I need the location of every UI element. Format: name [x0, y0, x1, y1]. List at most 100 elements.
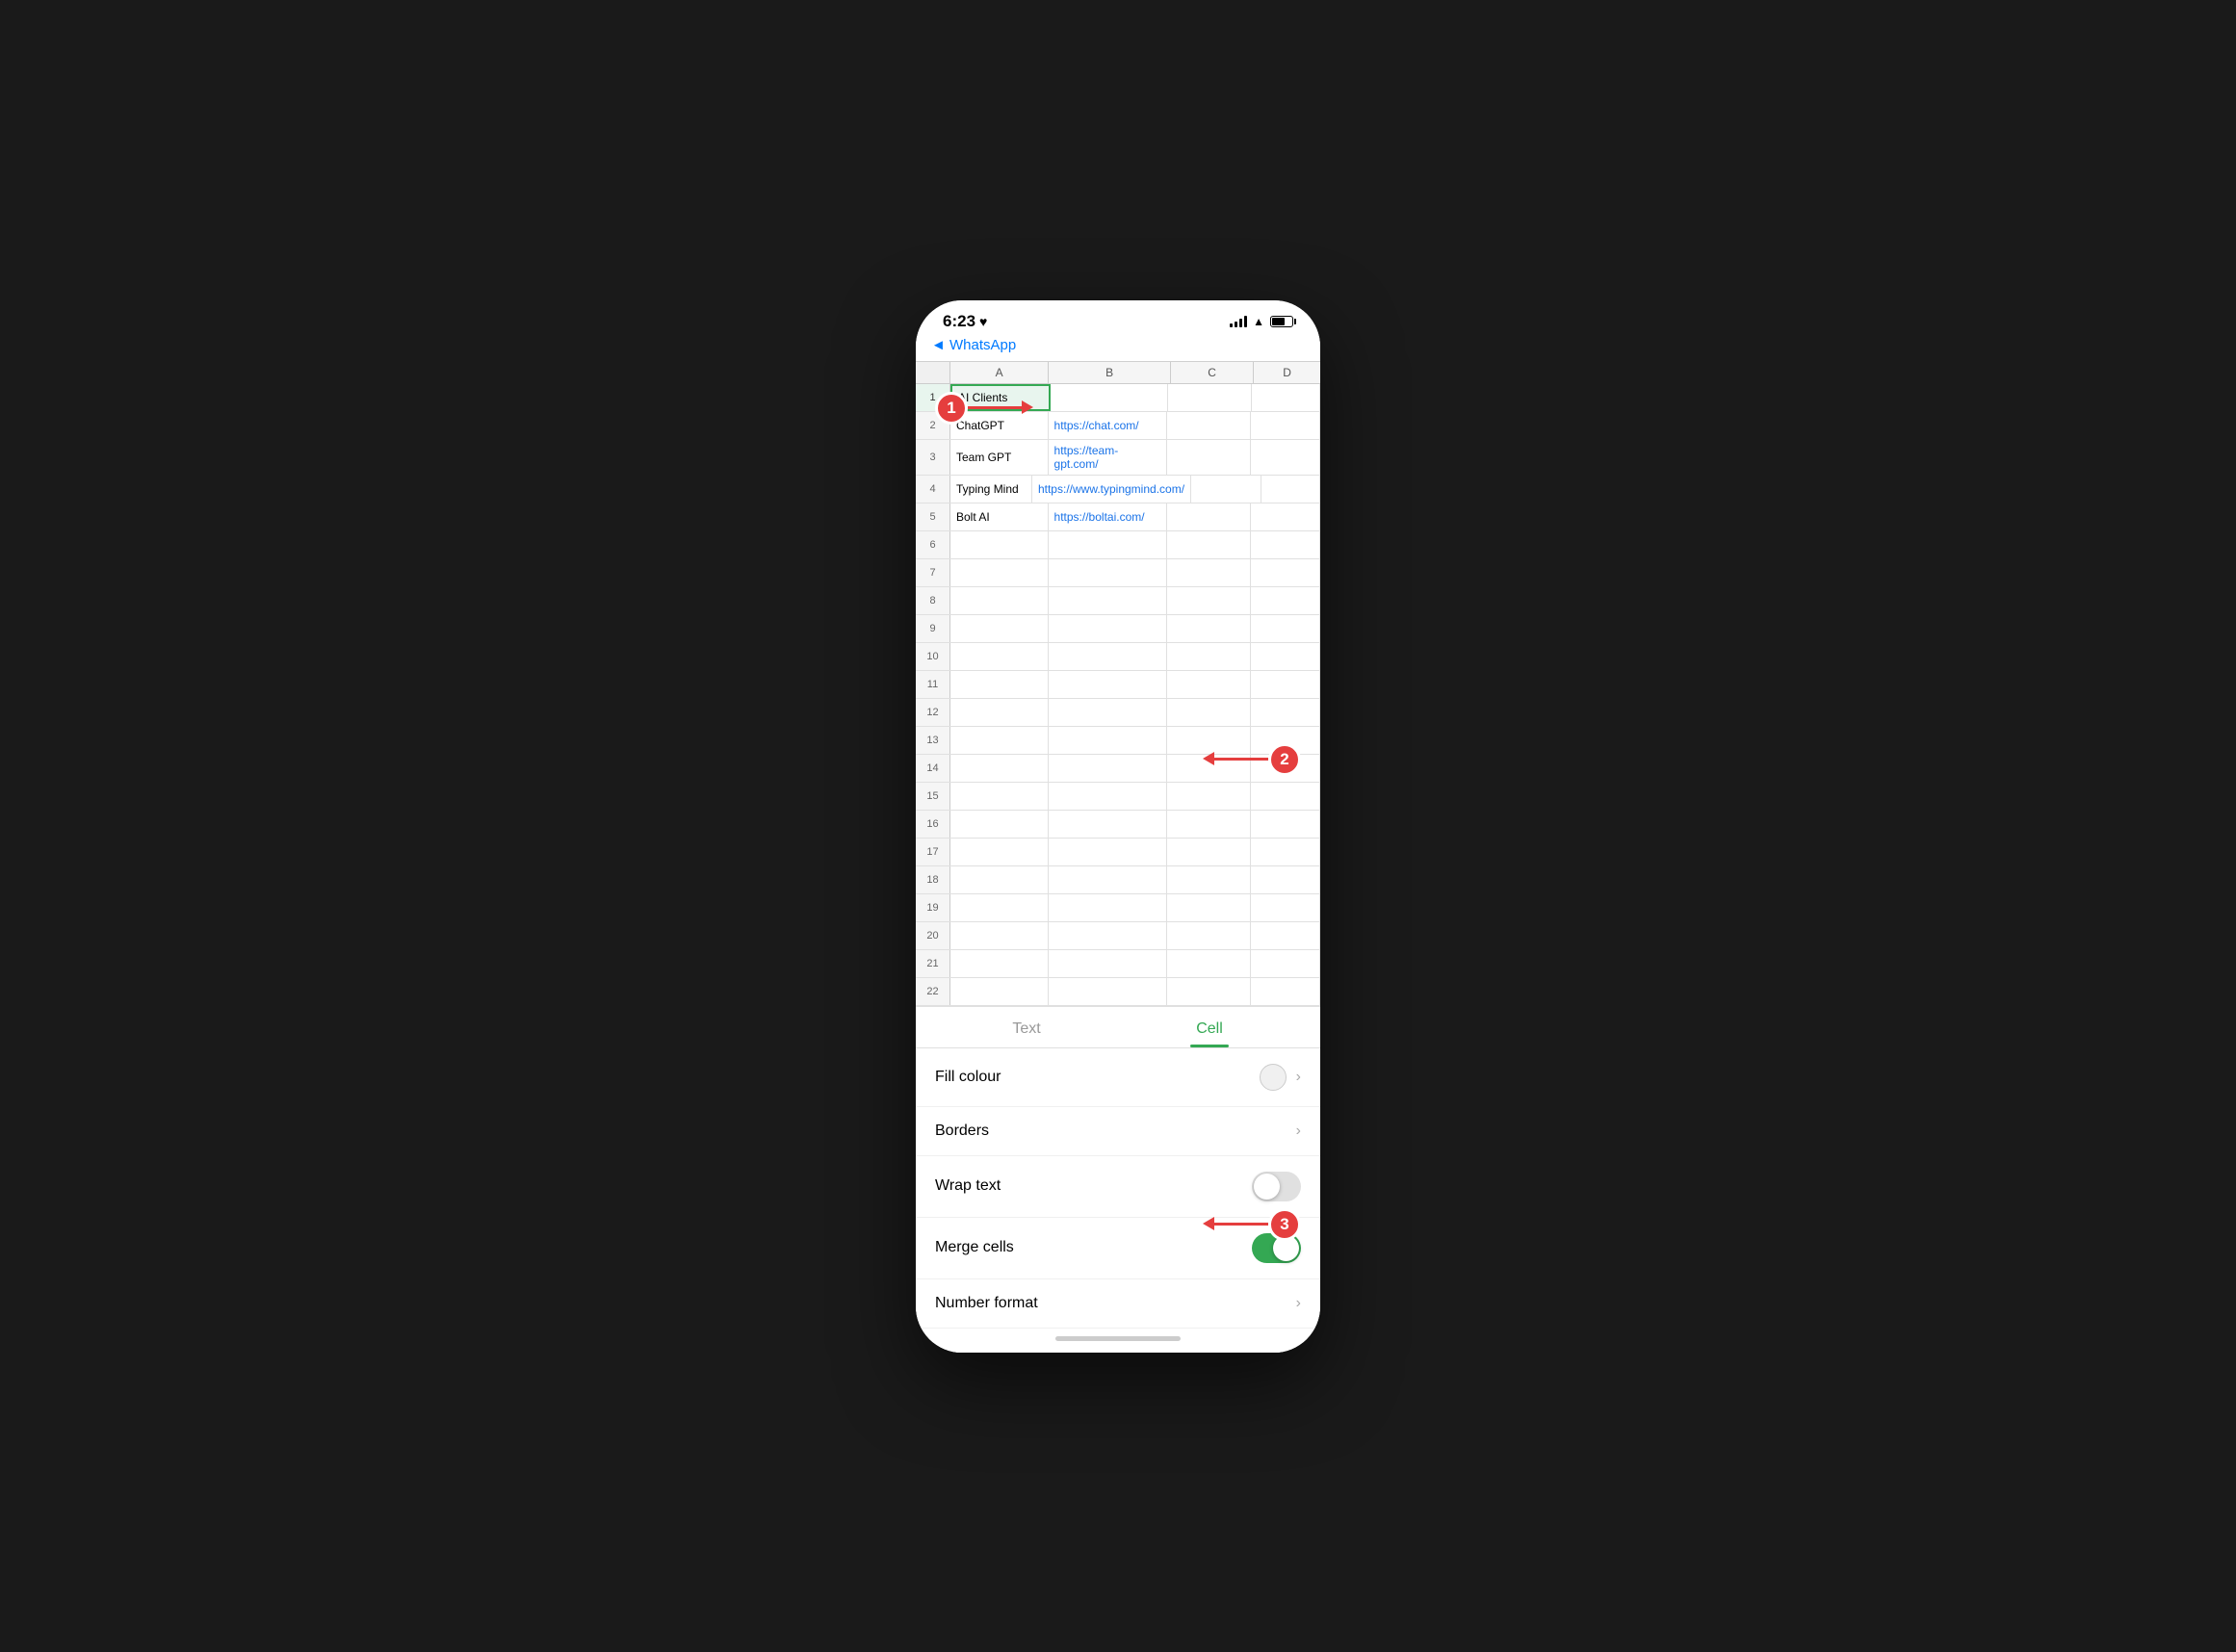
cell-c[interactable] — [1167, 839, 1251, 865]
back-navigation[interactable]: ◄ WhatsApp — [916, 335, 1320, 361]
cell-d[interactable] — [1251, 978, 1320, 1005]
cell-d[interactable] — [1251, 531, 1320, 558]
cell-a[interactable] — [950, 671, 1049, 698]
table-row[interactable]: 17 — [916, 839, 1320, 866]
table-row[interactable]: 21 — [916, 950, 1320, 978]
cell-b[interactable] — [1049, 587, 1168, 614]
col-header-b[interactable]: B — [1049, 362, 1171, 383]
table-row[interactable]: 16 — [916, 811, 1320, 839]
cell-a[interactable] — [950, 839, 1049, 865]
table-row[interactable]: 19 — [916, 894, 1320, 922]
cell-b[interactable]: https://chat.com/ — [1049, 412, 1168, 439]
cell-c[interactable] — [1167, 615, 1251, 642]
cell-b[interactable] — [1049, 922, 1168, 949]
cell-c[interactable] — [1167, 978, 1251, 1005]
cell-d[interactable] — [1251, 699, 1320, 726]
cell-c[interactable] — [1167, 503, 1251, 530]
cell-a[interactable] — [950, 587, 1049, 614]
cell-c[interactable] — [1167, 587, 1251, 614]
cell-a[interactable] — [950, 727, 1049, 754]
cell-d[interactable] — [1251, 783, 1320, 810]
table-row[interactable]: 15 — [916, 783, 1320, 811]
cell-b[interactable]: https://boltai.com/ — [1049, 503, 1168, 530]
cell-c[interactable] — [1167, 671, 1251, 698]
cell-b[interactable] — [1049, 978, 1168, 1005]
cell-d[interactable] — [1251, 615, 1320, 642]
cell-d[interactable] — [1251, 503, 1320, 530]
cell-b[interactable] — [1049, 727, 1168, 754]
cell-b[interactable]: https://team-gpt.com/ — [1049, 440, 1168, 475]
cell-b[interactable] — [1049, 671, 1168, 698]
table-row[interactable]: 12 — [916, 699, 1320, 727]
cell-a[interactable]: Team GPT — [950, 440, 1049, 475]
cell-c[interactable] — [1167, 559, 1251, 586]
cell-d[interactable] — [1251, 643, 1320, 670]
cell-c[interactable] — [1167, 699, 1251, 726]
table-row[interactable]: 20 — [916, 922, 1320, 950]
col-header-a[interactable]: A — [950, 362, 1049, 383]
cell-d[interactable] — [1251, 894, 1320, 921]
table-row[interactable]: 3 Team GPT https://team-gpt.com/ — [916, 440, 1320, 476]
cell-a[interactable] — [950, 643, 1049, 670]
cell-a[interactable] — [950, 755, 1049, 782]
table-row[interactable]: 18 — [916, 866, 1320, 894]
cell-a[interactable] — [950, 922, 1049, 949]
cell-a[interactable] — [950, 894, 1049, 921]
cell-a[interactable] — [950, 866, 1049, 893]
cell-b[interactable] — [1049, 811, 1168, 838]
wrap-text-toggle[interactable] — [1252, 1172, 1301, 1201]
table-row[interactable]: 22 — [916, 978, 1320, 1006]
cell-b[interactable] — [1049, 783, 1168, 810]
cell-a[interactable] — [950, 811, 1049, 838]
cell-c[interactable] — [1167, 922, 1251, 949]
borders-item[interactable]: Borders › — [916, 1107, 1320, 1156]
cell-a[interactable]: Typing Mind — [950, 476, 1032, 503]
cell-b[interactable] — [1049, 950, 1168, 977]
cell-d[interactable] — [1251, 839, 1320, 865]
cell-c[interactable] — [1167, 643, 1251, 670]
table-row[interactable]: 7 — [916, 559, 1320, 587]
cell-c[interactable] — [1167, 783, 1251, 810]
cell-b[interactable]: https://www.typingmind.com/ — [1032, 476, 1191, 503]
back-label[interactable]: ◄ WhatsApp — [931, 337, 1016, 353]
table-row[interactable]: 6 — [916, 531, 1320, 559]
cell-a[interactable] — [950, 531, 1049, 558]
table-row[interactable]: 11 — [916, 671, 1320, 699]
table-row[interactable]: 10 — [916, 643, 1320, 671]
cell-b[interactable] — [1049, 531, 1168, 558]
cell-d[interactable] — [1251, 950, 1320, 977]
cell-b[interactable] — [1049, 839, 1168, 865]
cell-b[interactable] — [1049, 894, 1168, 921]
cell-d[interactable] — [1251, 440, 1320, 475]
cell-d[interactable] — [1251, 587, 1320, 614]
col-header-d[interactable]: D — [1254, 362, 1320, 383]
number-format-item[interactable]: Number format › — [916, 1279, 1320, 1329]
cell-a[interactable] — [950, 615, 1049, 642]
fill-colour-item[interactable]: Fill colour › — [916, 1048, 1320, 1107]
table-row[interactable]: 5 Bolt AI https://boltai.com/ — [916, 503, 1320, 531]
cell-d[interactable] — [1251, 559, 1320, 586]
table-row[interactable]: 4 Typing Mind https://www.typingmind.com… — [916, 476, 1320, 503]
table-row[interactable]: 8 — [916, 587, 1320, 615]
cell-c[interactable] — [1167, 866, 1251, 893]
cell-c[interactable] — [1167, 412, 1251, 439]
spreadsheet[interactable]: A B C D 1 AI Clients 2 ChatGPT https://c… — [916, 361, 1320, 1006]
cell-c[interactable] — [1191, 476, 1261, 503]
cell-b[interactable] — [1049, 699, 1168, 726]
cell-d[interactable] — [1252, 384, 1320, 411]
table-row[interactable]: 9 — [916, 615, 1320, 643]
cell-b[interactable] — [1049, 866, 1168, 893]
tab-text[interactable]: Text — [935, 1007, 1118, 1047]
cell-c[interactable] — [1167, 440, 1251, 475]
cell-c[interactable] — [1167, 811, 1251, 838]
cell-d[interactable] — [1261, 476, 1320, 503]
cell-c[interactable] — [1168, 384, 1251, 411]
cell-a[interactable] — [950, 783, 1049, 810]
cell-b[interactable] — [1051, 384, 1169, 411]
cell-a[interactable]: Bolt AI — [950, 503, 1049, 530]
cell-a[interactable] — [950, 950, 1049, 977]
cell-c[interactable] — [1167, 531, 1251, 558]
cell-b[interactable] — [1049, 643, 1168, 670]
cell-d[interactable] — [1251, 811, 1320, 838]
cell-c[interactable] — [1167, 894, 1251, 921]
